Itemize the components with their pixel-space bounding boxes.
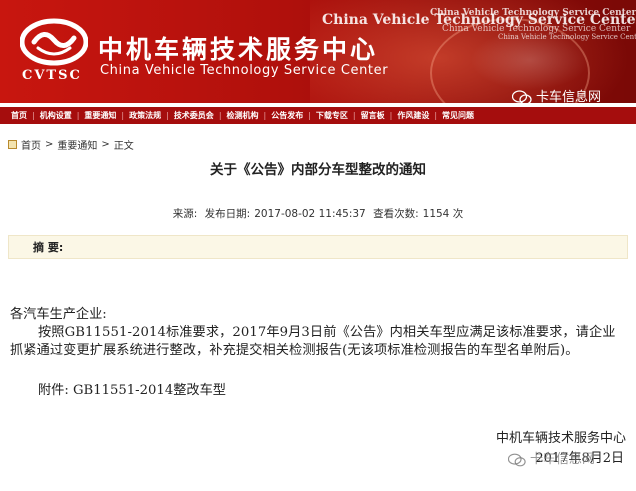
nav-item-org[interactable]: 机构设置 — [35, 110, 77, 121]
home-icon — [8, 140, 17, 149]
nav-item-testing[interactable]: 检测机构 — [222, 110, 264, 121]
watermark-text: 卡车信息网 — [536, 90, 602, 103]
nav-item-conduct[interactable]: 作风建设 — [392, 110, 434, 121]
site-banner: CVTSC 中机车辆技术服务中心 China Vehicle Technolog… — [0, 0, 636, 103]
nav-item-home[interactable]: 首页 — [6, 110, 32, 121]
breadcrumb-separator: > — [45, 139, 54, 150]
source-label: 来源: — [172, 208, 198, 220]
site-title-en: China Vehicle Technology Service Center — [100, 63, 389, 78]
banner-decor-text: China Vehicle Technology Service Center — [430, 8, 636, 18]
nav-item-guestbook[interactable]: 留言板 — [356, 110, 390, 121]
attachment-link[interactable]: 附件: GB11551-2014整改车型 — [10, 382, 628, 400]
breadcrumb-current: 正文 — [113, 141, 134, 152]
watermark-top: 卡车信息网 — [512, 86, 601, 103]
wechat-icon — [508, 453, 526, 466]
main-nav: 首页 | 机构设置 | 重要通知 | 政策法规 | 技术委员会 | 检测机构 | 公告发布 |… — [0, 107, 636, 124]
watermark-text: 卡车信息网 — [530, 452, 596, 467]
view-count: 1154 次 — [422, 208, 464, 220]
nav-item-policy[interactable]: 政策法规 — [124, 110, 166, 121]
nav-item-bulletin[interactable]: 公告发布 — [266, 110, 308, 121]
nav-item-committee[interactable]: 技术委员会 — [169, 110, 219, 121]
date-label: 发布日期: — [204, 208, 251, 220]
summary-label: 摘 要: — [33, 241, 64, 254]
body-paragraph: 按照GB11551-2014标准要求，2017年9月3日前《公告》内相关车型应满… — [10, 325, 616, 358]
article-meta: 来源: 发布日期: 2017-08-02 11:45:37 查看次数: 1154 次 — [0, 206, 636, 221]
breadcrumb-home[interactable]: 首页 — [21, 137, 41, 152]
article-body: 各汽车生产企业: 按照GB11551-2014标准要求，2017年9月3日前《公… — [10, 306, 628, 400]
wechat-icon — [512, 90, 532, 103]
breadcrumb: 首页 > 重要通知 > 正文 — [8, 137, 134, 152]
signature-org: 中机车辆技术服务中心 — [495, 431, 626, 446]
greeting: 各汽车生产企业: — [10, 307, 107, 322]
nav-item-notices[interactable]: 重要通知 — [79, 110, 121, 121]
cvtsc-logo-icon[interactable] — [20, 18, 88, 66]
article-title: 关于《公告》内部分车型整改的通知 — [210, 162, 426, 178]
watermark-bottom: 卡车信息网 — [508, 448, 595, 467]
breadcrumb-separator: > — [101, 139, 110, 150]
nav-item-downloads[interactable]: 下载专区 — [311, 110, 353, 121]
nav-item-faq[interactable]: 常见问题 — [437, 110, 479, 121]
logo-text: CVTSC — [22, 68, 82, 83]
summary-box: 摘 要: — [8, 235, 628, 259]
banner-decor-text: China Vehicle Technology Service Center — [498, 33, 636, 41]
publish-date: 2017-08-02 11:45:37 — [254, 208, 366, 220]
site-title-cn: 中机车辆技术服务中心 — [98, 35, 379, 64]
views-label: 查看次数: — [373, 208, 419, 220]
breadcrumb-section[interactable]: 重要通知 — [57, 137, 97, 152]
